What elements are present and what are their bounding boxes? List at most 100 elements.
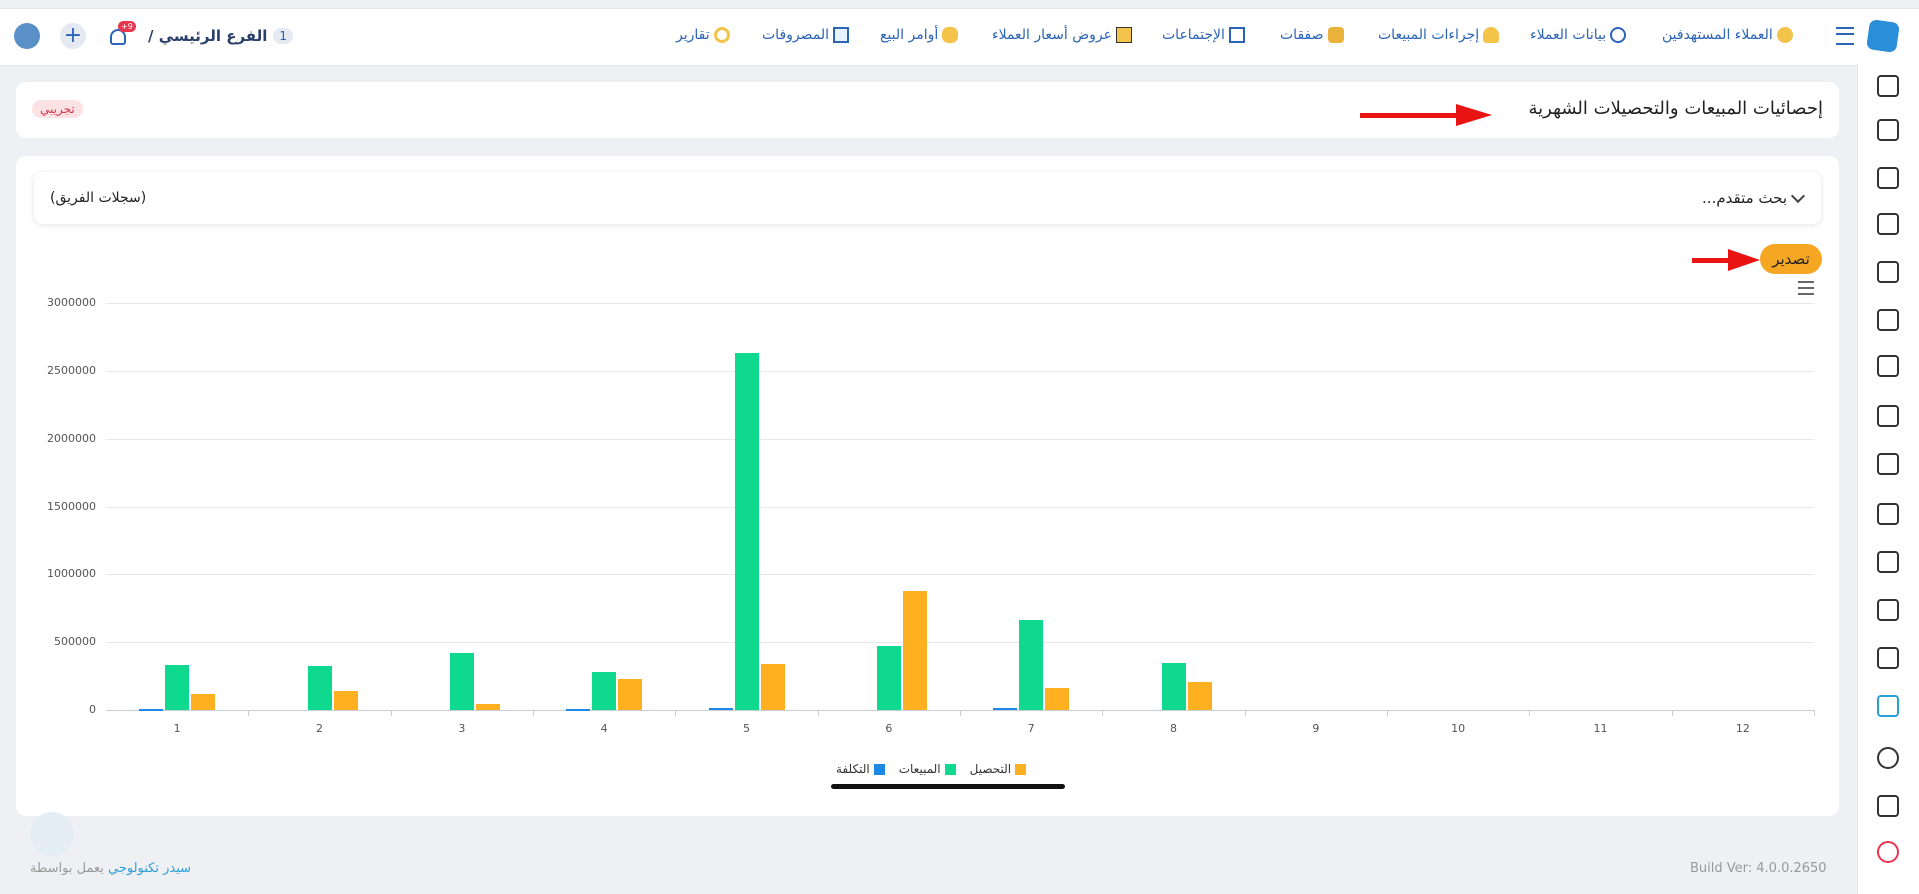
bar-cost[interactable] bbox=[139, 708, 164, 711]
grid-line bbox=[106, 303, 1814, 304]
x-tick-mark bbox=[960, 710, 961, 716]
nav-label: عروض أسعار العملاء bbox=[992, 27, 1113, 43]
truck-icon[interactable] bbox=[1877, 503, 1899, 525]
nav-deals[interactable]: صفقات bbox=[1280, 27, 1344, 43]
pen-icon[interactable] bbox=[1877, 405, 1899, 427]
bar-collection[interactable] bbox=[475, 703, 500, 710]
bar-sales[interactable] bbox=[307, 665, 332, 710]
legend-swatch bbox=[944, 763, 956, 775]
bar-cost[interactable] bbox=[993, 707, 1018, 710]
video-icon[interactable] bbox=[1877, 261, 1899, 283]
nav-target-customers[interactable]: العملاء المستهدفين bbox=[1662, 27, 1793, 43]
legend-item[interactable]: التحصيل bbox=[969, 762, 1027, 776]
chart-report-icon[interactable] bbox=[1877, 695, 1899, 717]
annotation-arrow bbox=[1360, 113, 1460, 118]
grid-line bbox=[106, 574, 1814, 576]
x-tick-mark bbox=[1387, 710, 1388, 716]
bar-collection[interactable] bbox=[760, 663, 785, 710]
y-tick-label: 2000000 bbox=[47, 431, 96, 445]
warning-icon[interactable] bbox=[1877, 213, 1899, 235]
bar-sales[interactable] bbox=[1161, 663, 1186, 710]
nav-label: المصروفات bbox=[762, 27, 830, 43]
bar-collection[interactable] bbox=[1045, 688, 1070, 710]
nav-reports[interactable]: تقارير bbox=[676, 27, 730, 43]
nav-meetings[interactable]: الإجتماعات bbox=[1162, 27, 1245, 43]
file-add-icon[interactable] bbox=[1877, 599, 1899, 621]
report-card: بحث متقدم... (سجلات الفريق) تصدير 0 50000… bbox=[16, 156, 1839, 816]
nav-expenses[interactable]: المصروفات bbox=[762, 27, 850, 43]
bar-sales[interactable] bbox=[592, 672, 617, 710]
bar-cost[interactable] bbox=[566, 708, 591, 711]
bar-collection[interactable] bbox=[618, 679, 643, 710]
bar-collection[interactable] bbox=[902, 590, 927, 710]
bar-sales[interactable] bbox=[1019, 620, 1044, 710]
invoice-icon[interactable] bbox=[1877, 355, 1899, 377]
add-file-icon[interactable] bbox=[1877, 75, 1899, 97]
nav-label: إجراءات المبيعات bbox=[1378, 27, 1480, 43]
company-logo-icon[interactable] bbox=[14, 23, 40, 49]
nav-customer-data[interactable]: بيانات العملاء bbox=[1530, 27, 1627, 43]
x-tick-mark bbox=[1671, 710, 1673, 716]
settings-icon[interactable] bbox=[1877, 747, 1899, 769]
x-tick-label: 11 bbox=[1593, 722, 1608, 735]
nav-sales-orders[interactable]: أوامر البيع bbox=[880, 27, 959, 43]
target-customers-icon bbox=[1776, 27, 1793, 43]
x-tick-label: 6 bbox=[885, 722, 893, 735]
powered-brand[interactable]: سيدر تكنولوجي bbox=[108, 861, 191, 876]
annotation-underline bbox=[831, 784, 1065, 789]
y-tick-label: 1500000 bbox=[47, 499, 96, 513]
branch-label: الفرع الرئيسي / bbox=[148, 27, 268, 45]
branch-selector[interactable]: 1 الفرع الرئيسي / bbox=[148, 25, 294, 47]
reports-icon bbox=[713, 27, 730, 43]
title-card: إحصائيات المبيعات والتحصيلات الشهرية تجر… bbox=[16, 82, 1839, 138]
x-tick-mark bbox=[1102, 710, 1104, 716]
bar-sales[interactable] bbox=[449, 653, 474, 710]
x-tick-mark bbox=[1244, 710, 1246, 716]
nav-label: تقارير bbox=[676, 27, 710, 43]
mountain-icon[interactable] bbox=[1877, 309, 1899, 331]
window-icon[interactable] bbox=[1877, 795, 1899, 817]
expenses-icon bbox=[833, 27, 850, 43]
legend-label: التكلفة bbox=[836, 762, 870, 776]
nav-sales-actions[interactable]: إجراءات المبيعات bbox=[1378, 27, 1500, 43]
powered-prefix: يعمل بواسطة bbox=[30, 861, 104, 876]
build-version: Build Ver: 4.0.0.2650 bbox=[1690, 861, 1827, 876]
power-icon[interactable] bbox=[1877, 841, 1899, 863]
hand-icon[interactable] bbox=[1877, 647, 1899, 669]
meetings-icon bbox=[1228, 27, 1245, 43]
legend-label: المبيعات bbox=[898, 762, 941, 776]
y-tick-label: 3000000 bbox=[47, 296, 96, 309]
branch-count-badge: 1 bbox=[273, 28, 294, 44]
grid-line bbox=[106, 370, 1814, 372]
add-icon[interactable]: + bbox=[60, 23, 86, 49]
bar-cost[interactable] bbox=[708, 707, 733, 710]
printer-icon[interactable] bbox=[1877, 453, 1899, 475]
legend-item[interactable]: المبيعات bbox=[899, 762, 956, 776]
x-tick-mark bbox=[1529, 710, 1531, 716]
bar-collection[interactable] bbox=[1187, 681, 1212, 710]
nav-label: أوامر البيع bbox=[880, 27, 939, 43]
loading-spinner-icon bbox=[30, 812, 74, 856]
app-logo-icon[interactable] bbox=[1866, 19, 1900, 53]
quotes-icon bbox=[1116, 27, 1133, 43]
legend-item[interactable]: التكلفة bbox=[836, 762, 885, 776]
nav-label: بيانات العملاء bbox=[1530, 27, 1607, 43]
bar-sales[interactable] bbox=[876, 645, 901, 710]
x-tick-mark bbox=[1814, 710, 1815, 716]
user-edit-icon[interactable] bbox=[1877, 551, 1899, 573]
bar-sales[interactable] bbox=[734, 353, 759, 710]
money-icon[interactable] bbox=[1877, 167, 1899, 189]
bar-chart: 0 500000 1000000 1500000 2000000 2500000 30000… bbox=[16, 156, 1839, 816]
x-tick-label: 7 bbox=[1027, 722, 1035, 735]
menu-icon[interactable] bbox=[1836, 27, 1854, 45]
team-icon[interactable] bbox=[1877, 119, 1899, 141]
bar-sales[interactable] bbox=[165, 665, 190, 710]
x-tick-label: 10 bbox=[1451, 722, 1466, 735]
status-badge: تجريبي bbox=[32, 100, 83, 118]
legend-label: التحصيل bbox=[969, 762, 1012, 776]
nav-quotes[interactable]: عروض أسعار العملاء bbox=[992, 27, 1133, 43]
bar-collection[interactable] bbox=[333, 691, 358, 710]
nav-label: العملاء المستهدفين bbox=[1662, 27, 1773, 43]
bar-collection[interactable] bbox=[191, 693, 216, 710]
x-tick-label: 2 bbox=[316, 722, 323, 735]
